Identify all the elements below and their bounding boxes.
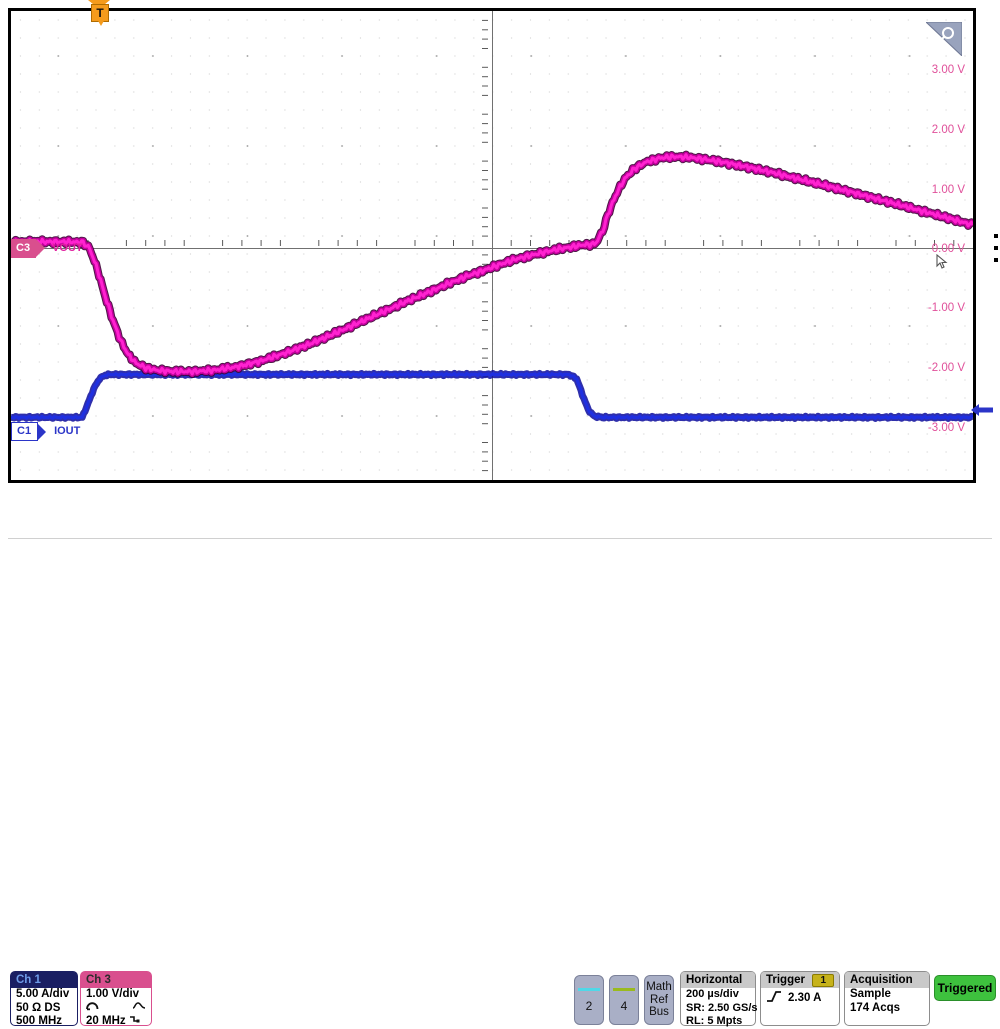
trigger-level: 2.30 A	[788, 992, 821, 1006]
trigger-source-badge: 1	[812, 974, 834, 987]
acquisition-title: Acquisition	[845, 972, 929, 988]
v-label-neg2v: -2.00 V	[928, 362, 965, 374]
horizontal-record-length: RL: 5 Mpts	[686, 1015, 750, 1029]
waveform-iout-halo	[11, 373, 973, 418]
channel-4-button[interactable]: 4	[609, 975, 639, 1025]
probe-icon	[129, 1015, 140, 1029]
trigger-state-badge[interactable]: Triggered	[934, 975, 996, 1001]
channel-1-scale: 5.00 A/div	[16, 988, 72, 1002]
horizontal-sample-rate: SR: 2.50 GS/s	[686, 1002, 750, 1016]
channel-1-settings-panel[interactable]: Ch 1 5.00 A/div 50 Ω DS 500 MHz	[10, 971, 78, 1026]
horizontal-settings-panel[interactable]: Horizontal 200 µs/div SR: 2.50 GS/s RL: …	[680, 971, 756, 1026]
dc-coupling-icon	[86, 1000, 99, 1016]
acquisition-mode: Sample	[850, 988, 924, 1002]
v-label-neg1v: -1.00 V	[928, 302, 965, 314]
channel-3-bandwidth: 20 MHz	[86, 1015, 126, 1029]
zoom-icon[interactable]	[926, 22, 962, 56]
channel1-ground-arrow-icon[interactable]	[970, 402, 994, 418]
mouse-pointer	[936, 254, 948, 270]
channel-marker-c1-tag: C1	[11, 422, 38, 441]
bus-label: Bus	[649, 1006, 669, 1019]
math-ref-bus-button[interactable]: Math Ref Bus	[644, 975, 674, 1025]
v-label-neg3v: -3.00 V	[928, 422, 965, 434]
channel-marker-c1[interactable]: C1 IOUT	[11, 422, 80, 441]
trigger-position-marker[interactable]: T	[88, 0, 110, 30]
horizontal-title: Horizontal	[681, 972, 755, 988]
channel-marker-c3-label: VOUT	[52, 239, 83, 258]
more-options-handle[interactable]	[991, 234, 1000, 262]
ref-label: Ref	[650, 994, 668, 1007]
acquisition-settings-panel[interactable]: Acquisition Sample 174 Acqs	[844, 971, 930, 1026]
acquisition-count: 174 Acqs	[850, 1002, 924, 1016]
channel-4-color-bar	[613, 988, 635, 991]
dot-3-icon	[994, 258, 998, 262]
waveform-graticule[interactable]: C3 VOUT C1 IOUT 3.00 V 2.00 V 1.00 V 0.0…	[8, 8, 976, 483]
channel-1-title: Ch 1	[11, 972, 77, 988]
channel-1-bandwidth: 500 MHz	[16, 1015, 72, 1029]
channel-2-color-bar	[578, 988, 600, 991]
channel-marker-c3[interactable]: C3 VOUT	[11, 239, 83, 258]
channel-3-title: Ch 3	[81, 972, 151, 988]
rising-edge-icon	[766, 990, 782, 1008]
channel-marker-c1-label: IOUT	[54, 422, 80, 441]
waveform-iout	[11, 373, 973, 418]
waveform-canvas	[11, 11, 973, 480]
trigger-marker-stem	[97, 19, 105, 26]
v-label-3v: 3.00 V	[932, 64, 965, 76]
trigger-title: Trigger	[766, 973, 805, 987]
channel-marker-c3-tag: C3	[11, 239, 36, 258]
trigger-settings-panel[interactable]: Trigger 1 2.30 A	[760, 971, 840, 1026]
channel-3-settings-panel[interactable]: Ch 3 1.00 V/div	[80, 971, 152, 1026]
ac-waveform-icon	[132, 1001, 146, 1016]
horizontal-timebase: 200 µs/div	[686, 988, 750, 1002]
channel-2-label: 2	[586, 999, 593, 1013]
v-label-2v: 2.00 V	[932, 124, 965, 136]
math-label: Math	[646, 981, 672, 994]
oscilloscope-screen: C3 VOUT C1 IOUT 3.00 V 2.00 V 1.00 V 0.0…	[0, 0, 1000, 547]
v-label-1v: 1.00 V	[932, 184, 965, 196]
dot-1-icon	[994, 234, 998, 238]
channel-4-label: 4	[621, 999, 628, 1013]
channel-2-button[interactable]: 2	[574, 975, 604, 1025]
dot-2-icon	[994, 246, 998, 250]
bottom-toolbar: Ch 1 5.00 A/div 50 Ω DS 500 MHz Ch 3 1.0…	[0, 483, 1000, 547]
channel-1-coupling: 50 Ω DS	[16, 1002, 72, 1016]
waveform-vout	[11, 155, 973, 374]
